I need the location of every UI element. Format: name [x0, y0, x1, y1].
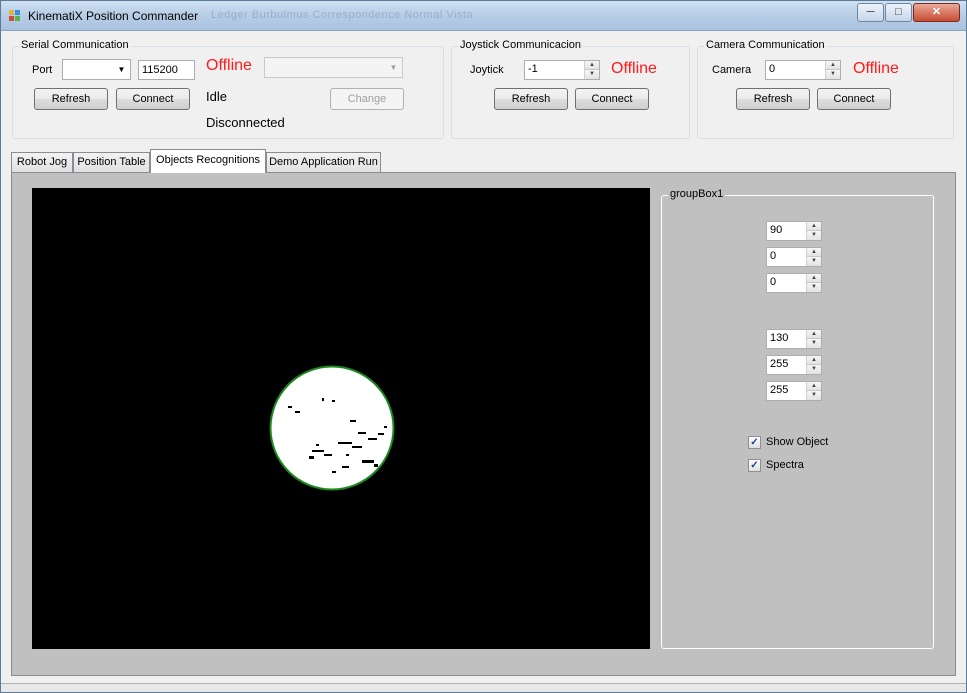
lower-h-value: 90	[770, 224, 783, 236]
chevron-down-icon: ▼	[117, 65, 126, 74]
serial-connection-text: Disconnected	[206, 115, 285, 130]
spin-up-icon[interactable]: ▲	[807, 382, 821, 391]
joystick-status: Offline	[611, 60, 657, 77]
close-button[interactable]: ✕	[913, 3, 960, 22]
spin-down-icon[interactable]: ▼	[807, 339, 821, 348]
camera-communication-group: Camera Communication Camera 0 ▲ ▼ Offline…	[697, 39, 954, 139]
checkmark-icon: ✓	[750, 437, 759, 448]
upper-h-value: 130	[770, 332, 789, 344]
joystick-group-title: Joystick Communicacion	[458, 39, 584, 51]
detection-view	[269, 365, 395, 491]
spectra-checkbox[interactable]: ✓	[748, 459, 761, 472]
camera-image-view[interactable]	[32, 188, 650, 649]
show-object-checkbox[interactable]: ✓	[748, 436, 761, 449]
lower-v-value: 0	[770, 276, 777, 288]
joystick-connect-button[interactable]: Connect	[575, 88, 649, 110]
serial-refresh-button[interactable]: Refresh	[34, 88, 108, 110]
minimize-button[interactable]: ─	[857, 3, 884, 22]
objects-recognitions-page: groupBox1 90 ▲ ▼ 0 ▲ ▼ 0 ▲ ▼ 130 ▲ ▼ 255…	[11, 172, 956, 676]
spin-up-icon[interactable]: ▲	[807, 356, 821, 365]
spin-up-icon[interactable]: ▲	[807, 248, 821, 257]
baud-rate-field[interactable]: 115200	[138, 60, 195, 80]
spin-up-icon[interactable]: ▲	[807, 330, 821, 339]
spin-down-icon[interactable]: ▼	[807, 257, 821, 266]
show-object-label[interactable]: Show Object	[766, 436, 828, 448]
camera-group-title: Camera Communication	[704, 39, 827, 51]
spin-up-icon[interactable]: ▲	[585, 61, 599, 70]
upper-v-stepper[interactable]: 255 ▲ ▼	[766, 381, 822, 401]
spin-down-icon[interactable]: ▼	[807, 365, 821, 374]
background-window-ghost-text: Ledger Burbulmus Correspondence Normal V…	[211, 9, 474, 21]
maximize-button[interactable]: □	[885, 3, 912, 22]
camera-connect-button[interactable]: Connect	[817, 88, 891, 110]
change-button[interactable]: Change	[330, 88, 404, 110]
spin-up-icon[interactable]: ▲	[807, 274, 821, 283]
spin-up-icon[interactable]: ▲	[826, 61, 840, 70]
upper-s-stepper[interactable]: 255 ▲ ▼	[766, 355, 822, 375]
device-select[interactable]: ▼	[264, 57, 403, 78]
camera-label: Camera	[712, 64, 752, 76]
lower-s-stepper[interactable]: 0 ▲ ▼	[766, 247, 822, 267]
window-bottom-edge	[1, 683, 966, 692]
groupbox1-title: groupBox1	[668, 188, 726, 200]
serial-status: Offline	[206, 57, 252, 74]
upper-s-value: 255	[770, 358, 789, 370]
spin-down-icon[interactable]: ▼	[807, 391, 821, 400]
detected-object-mask	[271, 367, 393, 489]
groupbox1: groupBox1 90 ▲ ▼ 0 ▲ ▼ 0 ▲ ▼ 130 ▲ ▼ 255…	[661, 188, 934, 649]
lower-h-stepper[interactable]: 90 ▲ ▼	[766, 221, 822, 241]
spectra-label[interactable]: Spectra	[766, 459, 804, 471]
spin-down-icon[interactable]: ▼	[585, 70, 599, 79]
lower-s-value: 0	[770, 250, 777, 262]
serial-group-title: Serial Communication	[19, 39, 131, 51]
joystick-communication-group: Joystick Communicacion Joytick -1 ▲ ▼ Off…	[451, 39, 690, 139]
tab-robot-jog[interactable]: Robot Jog	[11, 152, 73, 172]
port-select[interactable]: ▼	[62, 59, 131, 80]
checkmark-icon: ✓	[750, 460, 759, 471]
joystick-index-value: -1	[528, 63, 538, 75]
main-window: KinematiX Position Commander Ledger Burb…	[0, 0, 967, 693]
joystick-refresh-button[interactable]: Refresh	[494, 88, 568, 110]
title-bar[interactable]: KinematiX Position Commander Ledger Burb…	[1, 1, 966, 31]
spin-down-icon[interactable]: ▼	[826, 70, 840, 79]
spin-up-icon[interactable]: ▲	[807, 222, 821, 231]
spin-down-icon[interactable]: ▼	[807, 283, 821, 292]
camera-refresh-button[interactable]: Refresh	[736, 88, 810, 110]
tab-demo-application-run[interactable]: Demo Application Run	[266, 152, 381, 172]
client-area: Serial Communication Port ▼ 115200 Offli…	[8, 32, 959, 682]
serial-communication-group: Serial Communication Port ▼ 115200 Offli…	[12, 39, 444, 139]
camera-index-value: 0	[769, 63, 776, 75]
port-label: Port	[32, 64, 53, 76]
serial-connect-button[interactable]: Connect	[116, 88, 190, 110]
chevron-down-icon: ▼	[389, 63, 398, 72]
joystick-index-stepper[interactable]: -1 ▲ ▼	[524, 60, 600, 80]
serial-state-text: Idle	[206, 89, 227, 104]
tab-position-table[interactable]: Position Table	[73, 152, 150, 172]
upper-v-value: 255	[770, 384, 789, 396]
camera-status: Offline	[853, 60, 899, 77]
joystick-label: Joytick	[470, 64, 504, 76]
app-icon	[9, 10, 21, 22]
camera-index-stepper[interactable]: 0 ▲ ▼	[765, 60, 841, 80]
lower-v-stepper[interactable]: 0 ▲ ▼	[766, 273, 822, 293]
upper-h-stepper[interactable]: 130 ▲ ▼	[766, 329, 822, 349]
spin-down-icon[interactable]: ▼	[807, 231, 821, 240]
window-title: KinematiX Position Commander	[28, 9, 199, 23]
tab-objects-recognitions[interactable]: Objects Recognitions	[150, 149, 266, 173]
